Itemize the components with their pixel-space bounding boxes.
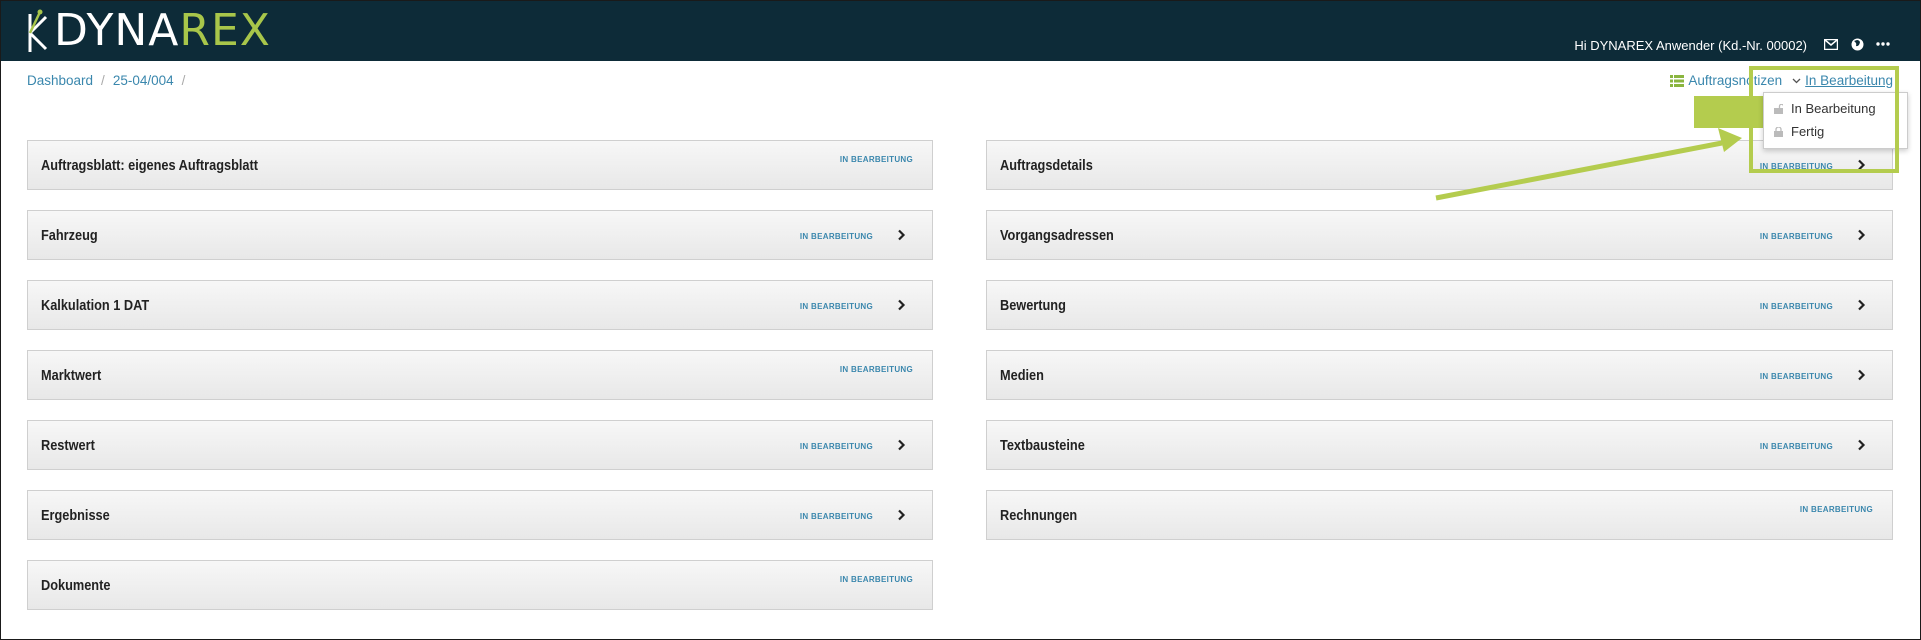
chevron-right-icon: [1858, 159, 1866, 171]
panel-vorgangsadressen[interactable]: Vorgangsadressen IN BEARBEITUNG: [986, 210, 1893, 260]
logo-mark-icon: [28, 9, 48, 52]
panel-textbausteine[interactable]: Textbausteine IN BEARBEITUNG: [986, 420, 1893, 470]
chevron-right-icon: [898, 439, 906, 451]
panel-dokumente[interactable]: Dokumente IN BEARBEITUNG: [27, 560, 933, 610]
status-badge: IN BEARBEITUNG: [799, 512, 873, 521]
panel-title: Restwert: [41, 437, 95, 454]
breadcrumb-separator: /: [101, 73, 105, 88]
status-badge: IN BEARBEITUNG: [1759, 372, 1833, 381]
more-icon[interactable]: [1875, 37, 1891, 51]
chevron-right-icon: [1858, 229, 1866, 241]
status-badge: IN BEARBEITUNG: [799, 442, 873, 451]
chevron-right-icon: [1858, 299, 1866, 311]
logo-text: DYNAREX: [54, 5, 271, 56]
panel-ergebnisse[interactable]: Ergebnisse IN BEARBEITUNG: [27, 490, 933, 540]
panel-rechnungen[interactable]: Rechnungen IN BEARBEITUNG: [986, 490, 1893, 540]
status-badge: IN BEARBEITUNG: [799, 232, 873, 241]
panel-bewertung[interactable]: Bewertung IN BEARBEITUNG: [986, 280, 1893, 330]
panel-title: Ergebnisse: [41, 507, 110, 524]
panel-kalkulation[interactable]: Kalkulation 1 DAT IN BEARBEITUNG: [27, 280, 933, 330]
chevron-right-icon: [898, 229, 906, 241]
breadcrumb-dashboard[interactable]: Dashboard: [27, 73, 93, 88]
mail-icon[interactable]: [1823, 37, 1839, 51]
panel-auftragsblatt[interactable]: Auftragsblatt: eigenes Auftragsblatt IN …: [27, 140, 933, 190]
panel-title: Marktwert: [41, 367, 102, 384]
panel-title: Vorgangsadressen: [1000, 227, 1114, 244]
status-option-fertig[interactable]: Fertig: [1764, 120, 1907, 143]
unlock-icon: [1774, 103, 1783, 114]
order-toolbar: Auftragsnotizen In Bearbeitung: [1670, 73, 1893, 88]
panel-auftragsdetails[interactable]: Auftragsdetails IN BEARBEITUNG: [986, 140, 1893, 190]
chevron-right-icon: [898, 299, 906, 311]
panel-title: Medien: [1000, 367, 1044, 384]
status-badge: IN BEARBEITUNG: [1759, 442, 1833, 451]
status-badge: IN BEARBEITUNG: [839, 575, 913, 584]
user-greeting[interactable]: Hi DYNAREX Anwender (Kd.-Nr. 00002): [1574, 38, 1807, 53]
panel-title: Rechnungen: [1000, 507, 1078, 524]
breadcrumb: Dashboard / 25-04/004 /: [27, 73, 185, 88]
panel-marktwert[interactable]: Marktwert IN BEARBEITUNG: [27, 350, 933, 400]
status-badge: IN BEARBEITUNG: [1759, 232, 1833, 241]
chevron-right-icon: [1858, 369, 1866, 381]
panel-restwert[interactable]: Restwert IN BEARBEITUNG: [27, 420, 933, 470]
status-badge: IN BEARBEITUNG: [839, 155, 913, 164]
status-option-label: In Bearbeitung: [1791, 101, 1876, 116]
status-dropdown-menu: In Bearbeitung Fertig: [1763, 92, 1908, 149]
panel-medien[interactable]: Medien IN BEARBEITUNG: [986, 350, 1893, 400]
panel-title: Auftragsblatt: eigenes Auftragsblatt: [41, 157, 259, 174]
breadcrumb-separator: /: [181, 73, 186, 88]
status-badge: IN BEARBEITUNG: [1759, 162, 1833, 171]
status-option-in-bearbeitung[interactable]: In Bearbeitung: [1764, 97, 1907, 120]
lock-icon: [1774, 126, 1783, 137]
top-navbar: DYNAREX Hi DYNAREX Anwender (Kd.-Nr. 000…: [0, 0, 1921, 61]
breadcrumb-order[interactable]: 25-04/004: [113, 73, 174, 88]
status-badge: IN BEARBEITUNG: [839, 365, 913, 374]
chevron-down-icon: [1792, 78, 1801, 84]
globe-icon[interactable]: [1849, 37, 1865, 51]
panel-title: Bewertung: [1000, 297, 1066, 314]
status-option-label: Fertig: [1791, 124, 1825, 139]
header-icons: [1823, 37, 1891, 51]
dynarex-logo[interactable]: DYNAREX: [26, 8, 271, 54]
panel-fahrzeug[interactable]: Fahrzeug IN BEARBEITUNG: [27, 210, 933, 260]
list-icon: [1670, 74, 1685, 87]
panel-title: Kalkulation 1 DAT: [41, 297, 150, 314]
chevron-right-icon: [898, 509, 906, 521]
chevron-right-icon: [1858, 439, 1866, 451]
panel-title: Dokumente: [41, 577, 111, 594]
panel-title: Auftragsdetails: [1000, 157, 1093, 174]
status-dropdown-toggle[interactable]: In Bearbeitung: [1805, 73, 1893, 88]
status-badge: IN BEARBEITUNG: [799, 302, 873, 311]
panel-title: Textbausteine: [1000, 437, 1085, 454]
status-badge: IN BEARBEITUNG: [1759, 302, 1833, 311]
notes-link[interactable]: Auftragsnotizen: [1688, 73, 1782, 88]
status-badge: IN BEARBEITUNG: [1799, 505, 1873, 514]
panel-title: Fahrzeug: [41, 227, 98, 244]
